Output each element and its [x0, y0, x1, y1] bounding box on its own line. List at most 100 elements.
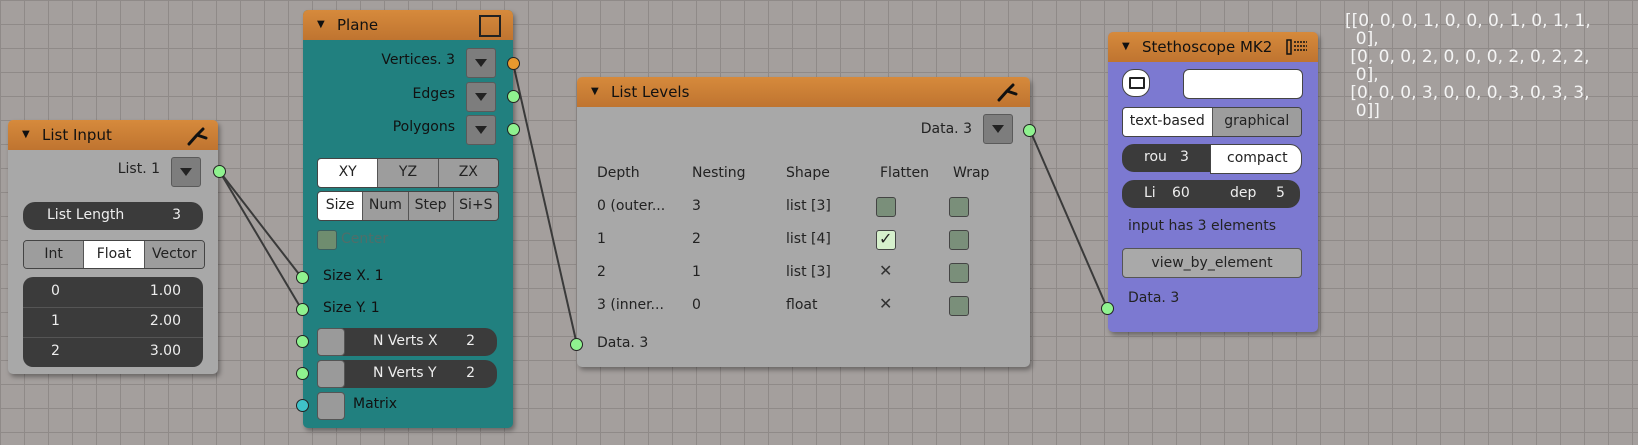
n-verts-y-input-socket[interactable] [296, 367, 309, 380]
plane-orientation-selector[interactable]: XY YZ ZX [317, 158, 499, 188]
monitor-icon [1129, 77, 1145, 89]
link-list-to-sizex [219, 171, 303, 279]
depth-field[interactable]: dep 5 [1210, 180, 1300, 208]
wrap-checkbox[interactable] [949, 230, 969, 250]
size-y-input-socket[interactable] [296, 303, 309, 316]
row-nesting: 2 [692, 231, 701, 247]
wrap-checkbox[interactable] [949, 197, 969, 217]
matrix-input-socket[interactable] [296, 399, 309, 412]
mode-graphical[interactable]: graphical [1212, 108, 1301, 136]
plane-yz[interactable]: YZ [378, 159, 439, 187]
vertices-output-socket[interactable] [507, 57, 520, 70]
center-checkbox[interactable] [317, 230, 337, 250]
stethoscope-input-socket[interactable] [1101, 302, 1114, 315]
list-input-header[interactable]: ▼ List Input [8, 120, 218, 150]
display-mode-selector[interactable]: text-based graphical [1122, 107, 1302, 137]
list-output-socket[interactable] [213, 165, 226, 178]
link-levels-to-stethoscope [1029, 129, 1109, 311]
row-shape: list [4] [786, 231, 831, 247]
list-item[interactable]: 0 1.00 [23, 277, 203, 308]
list-length-field[interactable]: List Length 3 [23, 202, 203, 230]
link-vertices-to-data [512, 62, 578, 346]
polygons-dropdown-button[interactable] [466, 115, 496, 145]
plug-icon[interactable] [317, 360, 345, 388]
output-dropdown-button[interactable] [171, 157, 201, 187]
item-index: 1 [51, 313, 60, 329]
vertices-dropdown-button[interactable] [466, 48, 496, 78]
view-by-element-label: view_by_element [1151, 255, 1273, 271]
flatten-checkbox[interactable] [876, 197, 896, 217]
row-depth: 2 [597, 264, 606, 280]
line-limit-field[interactable]: Li 60 [1122, 180, 1211, 208]
collapse-arrow-icon[interactable]: ▼ [1122, 41, 1130, 52]
stethoscope-node[interactable]: ▼ Stethoscope MK2 text-based graphical r… [1108, 32, 1318, 332]
flatten-checkbox[interactable]: ✓ [876, 229, 896, 250]
collapse-arrow-icon[interactable]: ▼ [591, 86, 599, 97]
depth-value: 5 [1276, 185, 1285, 201]
column-header-depth: Depth [597, 165, 640, 181]
output-line: 0], [1345, 29, 1379, 49]
rounding-value: 3 [1180, 149, 1189, 165]
n-verts-x-label: N Verts X [373, 333, 438, 349]
item-index: 2 [51, 343, 60, 359]
list-levels-header[interactable]: ▼ List Levels [577, 77, 1030, 107]
mode-int[interactable]: Int [24, 241, 85, 268]
data-output-dropdown-button[interactable] [983, 114, 1013, 144]
size-x-input-socket[interactable] [296, 271, 309, 284]
plug-icon[interactable] [317, 392, 345, 420]
value-list: 0 1.00 1 2.00 2 3.00 [23, 277, 203, 367]
edges-dropdown-button[interactable] [466, 82, 496, 112]
polygons-output-socket[interactable] [507, 123, 520, 136]
mode-float[interactable]: Float [84, 241, 145, 268]
list-input-node[interactable]: ▼ List Input List. 1 List Length 3 Int F… [8, 120, 218, 374]
data-input-label: Data. 3 [1128, 290, 1180, 306]
row-shape: list [3] [786, 264, 831, 280]
output-line: [0, 0, 0, 3, 0, 0, 0, 3, 0, 3, 3, [1345, 83, 1590, 103]
compact-label: compact [1227, 150, 1288, 166]
maximize-icon[interactable] [479, 15, 501, 37]
dim-size[interactable]: Size [318, 192, 364, 220]
wrap-checkbox[interactable] [949, 296, 969, 316]
list-length-label: List Length [47, 207, 125, 223]
mode-selector[interactable]: Int Float Vector [23, 240, 205, 269]
n-verts-x-input-socket[interactable] [296, 335, 309, 348]
matrix-label: Matrix [353, 396, 398, 412]
collapse-arrow-icon[interactable]: ▼ [317, 19, 325, 30]
wrap-checkbox[interactable] [949, 263, 969, 283]
mode-text-based[interactable]: text-based [1123, 108, 1213, 136]
mode-vector[interactable]: Vector [144, 241, 204, 268]
line-limit-label: Li [1144, 185, 1156, 201]
list-item[interactable]: 2 3.00 [23, 337, 203, 367]
size-y-label: Size Y. 1 [323, 300, 380, 316]
list-levels-input-socket[interactable] [570, 338, 583, 351]
stethoscope-header[interactable]: ▼ Stethoscope MK2 [1108, 32, 1318, 62]
row-depth: 3 (inner... [597, 297, 664, 313]
list-levels-node[interactable]: ▼ List Levels Data. 3 Depth Nesting Shap… [577, 77, 1030, 367]
plane-node[interactable]: ▼ Plane Vertices. 3 Edges Polygons XY YZ… [303, 10, 513, 428]
plane-zx[interactable]: ZX [438, 159, 498, 187]
row-shape: float [786, 297, 818, 313]
list-item[interactable]: 1 2.00 [23, 307, 203, 338]
link-list-to-sizey [219, 171, 303, 311]
edges-output-socket[interactable] [507, 90, 520, 103]
cross-icon: ✕ [879, 261, 893, 280]
row-depth: 1 [597, 231, 606, 247]
data-output-label: Data. 3 [920, 121, 972, 137]
plane-header[interactable]: ▼ Plane [303, 10, 513, 40]
tool-icon [997, 83, 1018, 102]
rounding-field[interactable]: rou 3 [1122, 144, 1210, 172]
dim-step[interactable]: Step [408, 192, 454, 220]
size-x-label: Size X. 1 [323, 268, 384, 284]
dimension-mode-selector[interactable]: Size Num Step Si+S [317, 191, 499, 221]
view-by-element-button[interactable]: view_by_element [1122, 248, 1302, 278]
dim-si-s[interactable]: Si+S [453, 192, 498, 220]
dim-num[interactable]: Num [363, 192, 409, 220]
collapse-arrow-icon[interactable]: ▼ [22, 129, 30, 140]
monitor-button[interactable] [1122, 69, 1150, 97]
compact-toggle[interactable]: compact [1210, 144, 1302, 174]
item-value: 3.00 [149, 343, 181, 359]
text-field[interactable] [1183, 69, 1303, 99]
list-levels-output-socket[interactable] [1023, 124, 1036, 137]
plane-xy[interactable]: XY [318, 159, 379, 187]
plug-icon[interactable] [317, 328, 345, 356]
